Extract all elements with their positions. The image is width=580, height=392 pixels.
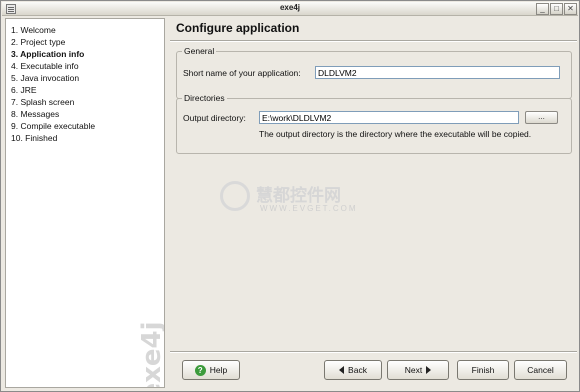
finish-button-label: Finish [471,365,495,375]
main-panel: Configure application General Short name… [170,18,577,388]
wizard-steps-sidebar: 1. Welcome 2. Project type 3. Applicatio… [5,18,165,388]
watermark-logo-icon [220,181,250,211]
step-java-invocation[interactable]: 5. Java invocation [11,72,95,84]
finish-button[interactable]: Finish [457,360,509,380]
help-icon: ? [194,364,206,376]
step-finished[interactable]: 10. Finished [11,132,95,144]
step-project-type[interactable]: 2. Project type [11,36,95,48]
title-divider [170,40,577,42]
short-name-label: Short name of your application: [183,68,301,78]
page-title: Configure application [176,21,300,35]
maximize-button[interactable]: □ [550,3,563,15]
back-button[interactable]: Back [324,360,382,380]
exe4j-window: exe4j _ □ ✕ 1. Welcome 2. Project type 3… [0,0,580,392]
watermark-url: WWW.EVGET.COM [260,204,358,213]
step-application-info[interactable]: 3. Application info [11,48,95,60]
window-title: exe4j [279,3,301,12]
help-button[interactable]: ? Help [182,360,240,380]
step-messages[interactable]: 8. Messages [11,108,95,120]
browse-button[interactable]: ... [525,111,558,124]
next-button[interactable]: Next [387,360,449,380]
step-jre[interactable]: 6. JRE [11,84,95,96]
step-compile-executable[interactable]: 9. Compile executable [11,120,95,132]
directories-legend: Directories [182,93,227,103]
cancel-button[interactable]: Cancel [514,360,567,380]
cancel-button-label: Cancel [527,365,554,375]
short-name-input[interactable] [315,66,560,79]
general-legend: General [182,46,217,56]
directories-group: Directories Output directory: ... The ou… [176,93,572,154]
arrow-right-icon [426,366,432,374]
output-directory-label: Output directory: [183,113,246,123]
next-button-label: Next [404,365,423,375]
output-directory-hint: The output directory is the directory wh… [259,129,532,139]
brand-logo: exe4j [132,319,164,387]
arrow-left-icon [339,366,345,374]
button-bar-divider [170,351,577,353]
step-splash-screen[interactable]: 7. Splash screen [11,96,95,108]
output-directory-input[interactable] [259,111,519,124]
title-bar[interactable]: exe4j _ □ ✕ [2,2,578,16]
step-welcome[interactable]: 1. Welcome [11,24,95,36]
steps-list: 1. Welcome 2. Project type 3. Applicatio… [11,24,95,144]
watermark-chinese-text: 慧都控件网 [256,186,341,206]
step-executable-info[interactable]: 4. Executable info [11,60,95,72]
back-button-label: Back [348,365,367,375]
close-button[interactable]: ✕ [564,3,577,15]
minimize-button[interactable]: _ [536,3,549,15]
watermark: 慧都控件网 WWW.EVGET.COM [220,181,380,221]
general-group: General Short name of your application: [176,46,572,99]
help-button-label: Help [209,365,228,375]
brand-text: exe4j [137,321,165,388]
